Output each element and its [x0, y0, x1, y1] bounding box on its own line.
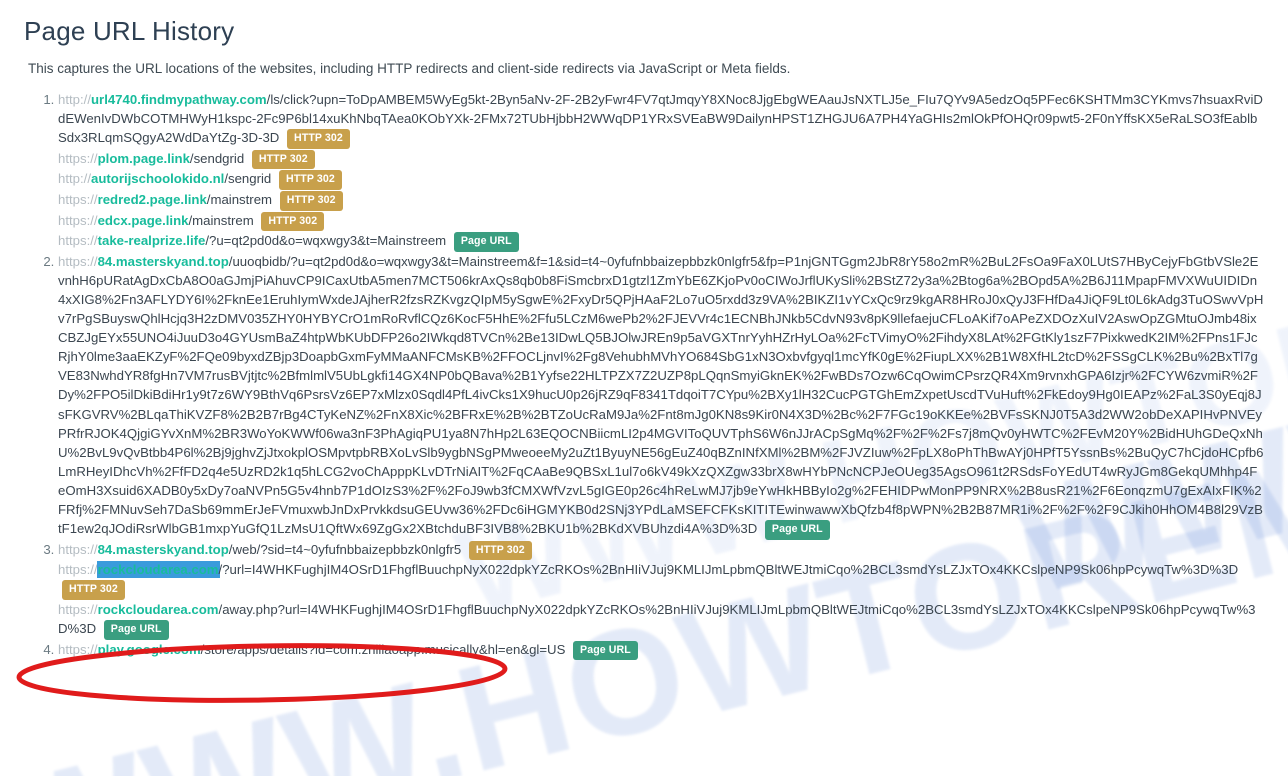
url-host-link[interactable]: edcx.page.link — [98, 213, 189, 228]
status-badge-page-url: Page URL — [453, 232, 519, 252]
url-host-link[interactable]: take-realprize.life — [98, 233, 206, 248]
url-scheme: https:// — [58, 541, 98, 557]
status-badge-http-302: HTTP 302 — [287, 129, 350, 149]
url-scheme: https:// — [58, 191, 98, 207]
url-line: https://redred2.page.link/mainstrem HTTP… — [58, 190, 1264, 211]
url-line: http://url4740.findmypathway.com/ls/clic… — [58, 90, 1264, 149]
url-path: /sendgrid — [189, 150, 245, 166]
url-scheme: https:// — [58, 233, 98, 249]
url-host-link[interactable]: autorijschoolokido.nl — [91, 171, 224, 186]
status-badge-page-url: Page URL — [764, 520, 830, 540]
url-host-link[interactable]: redred2.page.link — [98, 192, 207, 207]
url-line: http://autorijschoolokido.nl/sengrid HTT… — [58, 169, 1264, 190]
status-badge-page-url: Page URL — [103, 620, 169, 640]
url-path: /mainstrem — [188, 212, 254, 228]
url-line: https://rockcloudarea.com/?url=I4WHKFugh… — [58, 560, 1264, 600]
url-host-link[interactable]: 84.masterskyand.top — [98, 542, 229, 557]
url-scheme: https:// — [58, 253, 98, 269]
page-title: Page URL History — [24, 16, 235, 46]
url-scheme: https:// — [58, 562, 98, 578]
url-line: https://take-realprize.life/?u=qt2pd0d&o… — [58, 231, 1264, 252]
url-host-link[interactable]: url4740.findmypathway.com — [91, 92, 267, 107]
url-path: /sengrid — [224, 171, 272, 187]
page-subtitle: This captures the URL locations of the w… — [28, 61, 791, 76]
url-host-link[interactable]: rockcloudarea.com — [98, 602, 219, 617]
status-badge-http-302: HTTP 302 — [62, 580, 125, 600]
status-badge-page-url: Page URL — [573, 640, 638, 661]
url-host-link[interactable]: play.google.com — [98, 642, 201, 657]
status-badge-http-302: HTTP 302 — [279, 190, 343, 211]
url-host-link[interactable]: 84.masterskyand.top — [98, 254, 229, 269]
url-path: /?url=I4WHKFughjIM4OSrD1FhgflBuuchpNyX02… — [218, 562, 1239, 578]
url-line: https://edcx.page.link/mainstrem HTTP 30… — [58, 211, 1264, 232]
url-history-entry: https://84.masterskyand.top/uuoqbidb/?u=… — [58, 252, 1264, 540]
url-line: https://rockcloudarea.com/away.php?url=I… — [58, 600, 1264, 640]
url-scheme: http:// — [58, 171, 91, 187]
url-host-link[interactable]: rockcloudarea.com — [97, 562, 219, 578]
url-scheme: https:// — [58, 212, 98, 228]
url-host-link[interactable]: plom.page.link — [98, 151, 190, 166]
url-scheme: https:// — [58, 601, 98, 617]
url-line: https://84.masterskyand.top/web/?sid=t4~… — [58, 540, 1264, 561]
status-badge-http-302: HTTP 302 — [251, 149, 315, 170]
url-scheme: http:// — [58, 92, 91, 107]
url-path: /store/apps/details?id=com.zhiliaoapp.mu… — [200, 641, 566, 657]
status-badge-http-302: HTTP 302 — [261, 211, 325, 232]
url-path: /away.php?url=I4WHKFughjIM4OSrD1FhgflBuu… — [58, 601, 1256, 637]
url-scheme: https:// — [58, 150, 98, 166]
url-path: /?u=qt2pd0d&o=wqxwgy3&t=Mainstreem — [205, 233, 447, 249]
url-path: /mainstrem — [206, 191, 273, 207]
url-line: https://84.masterskyand.top/uuoqbidb/?u=… — [58, 252, 1264, 540]
url-scheme: https:// — [58, 641, 98, 657]
page-content: Page URL History This captures the URL l… — [0, 0, 1288, 661]
url-path: /web/?sid=t4~0yfufnbbaizepbbzk0nlgfr5 — [228, 541, 462, 557]
url-history-list: http://url4740.findmypathway.com/ls/clic… — [24, 90, 1264, 661]
url-path: /uuoqbidb/?u=qt2pd0d&o=wqxwgy3&t=Mainstr… — [58, 253, 1264, 537]
url-line: https://plom.page.link/sendgrid HTTP 302 — [58, 149, 1264, 170]
status-badge-http-302: HTTP 302 — [468, 540, 532, 561]
url-history-entry: https://84.masterskyand.top/web/?sid=t4~… — [58, 540, 1264, 640]
url-line: https://play.google.com/store/apps/detai… — [58, 640, 1264, 661]
url-history-entry: http://url4740.findmypathway.com/ls/clic… — [58, 90, 1264, 252]
url-history-entry: https://play.google.com/store/apps/detai… — [58, 640, 1264, 661]
status-badge-http-302: HTTP 302 — [278, 170, 342, 190]
